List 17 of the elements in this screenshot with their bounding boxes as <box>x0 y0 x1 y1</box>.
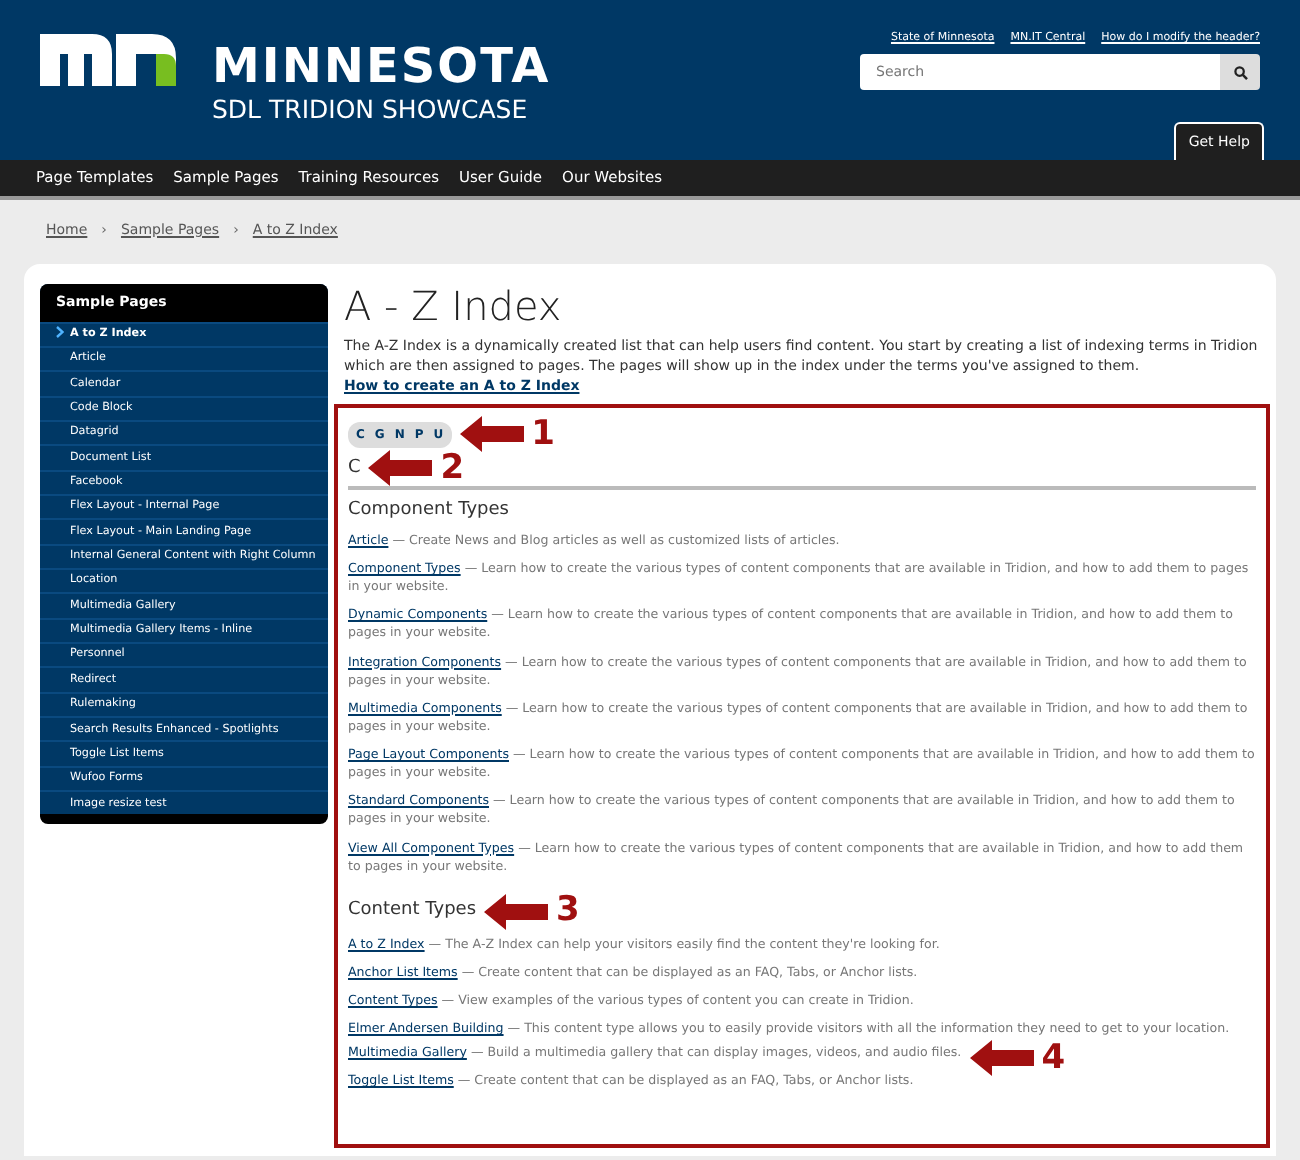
callout-number: 2 <box>440 451 465 486</box>
page-title: A - Z Index <box>344 284 564 328</box>
callout-number: 1 <box>531 417 555 452</box>
search-icon <box>1233 65 1247 80</box>
group-heading: Component Types <box>348 498 509 525</box>
arrow-icon <box>484 893 549 930</box>
site-subtitle: SDL TRIDION SHOWCASE <box>212 98 530 123</box>
arrow-icon <box>969 1040 1034 1077</box>
letter-heading: C <box>348 455 361 482</box>
callout-number: 4 <box>1041 1041 1066 1076</box>
chevron-icon <box>56 326 64 339</box>
group-heading: Content Types <box>348 898 477 925</box>
callout-number: 3 <box>556 894 580 929</box>
site-name: MINNESOTA <box>212 42 551 90</box>
arrow-icon <box>459 416 524 453</box>
arrow-icon <box>368 450 433 487</box>
search-button[interactable] <box>1220 54 1260 91</box>
